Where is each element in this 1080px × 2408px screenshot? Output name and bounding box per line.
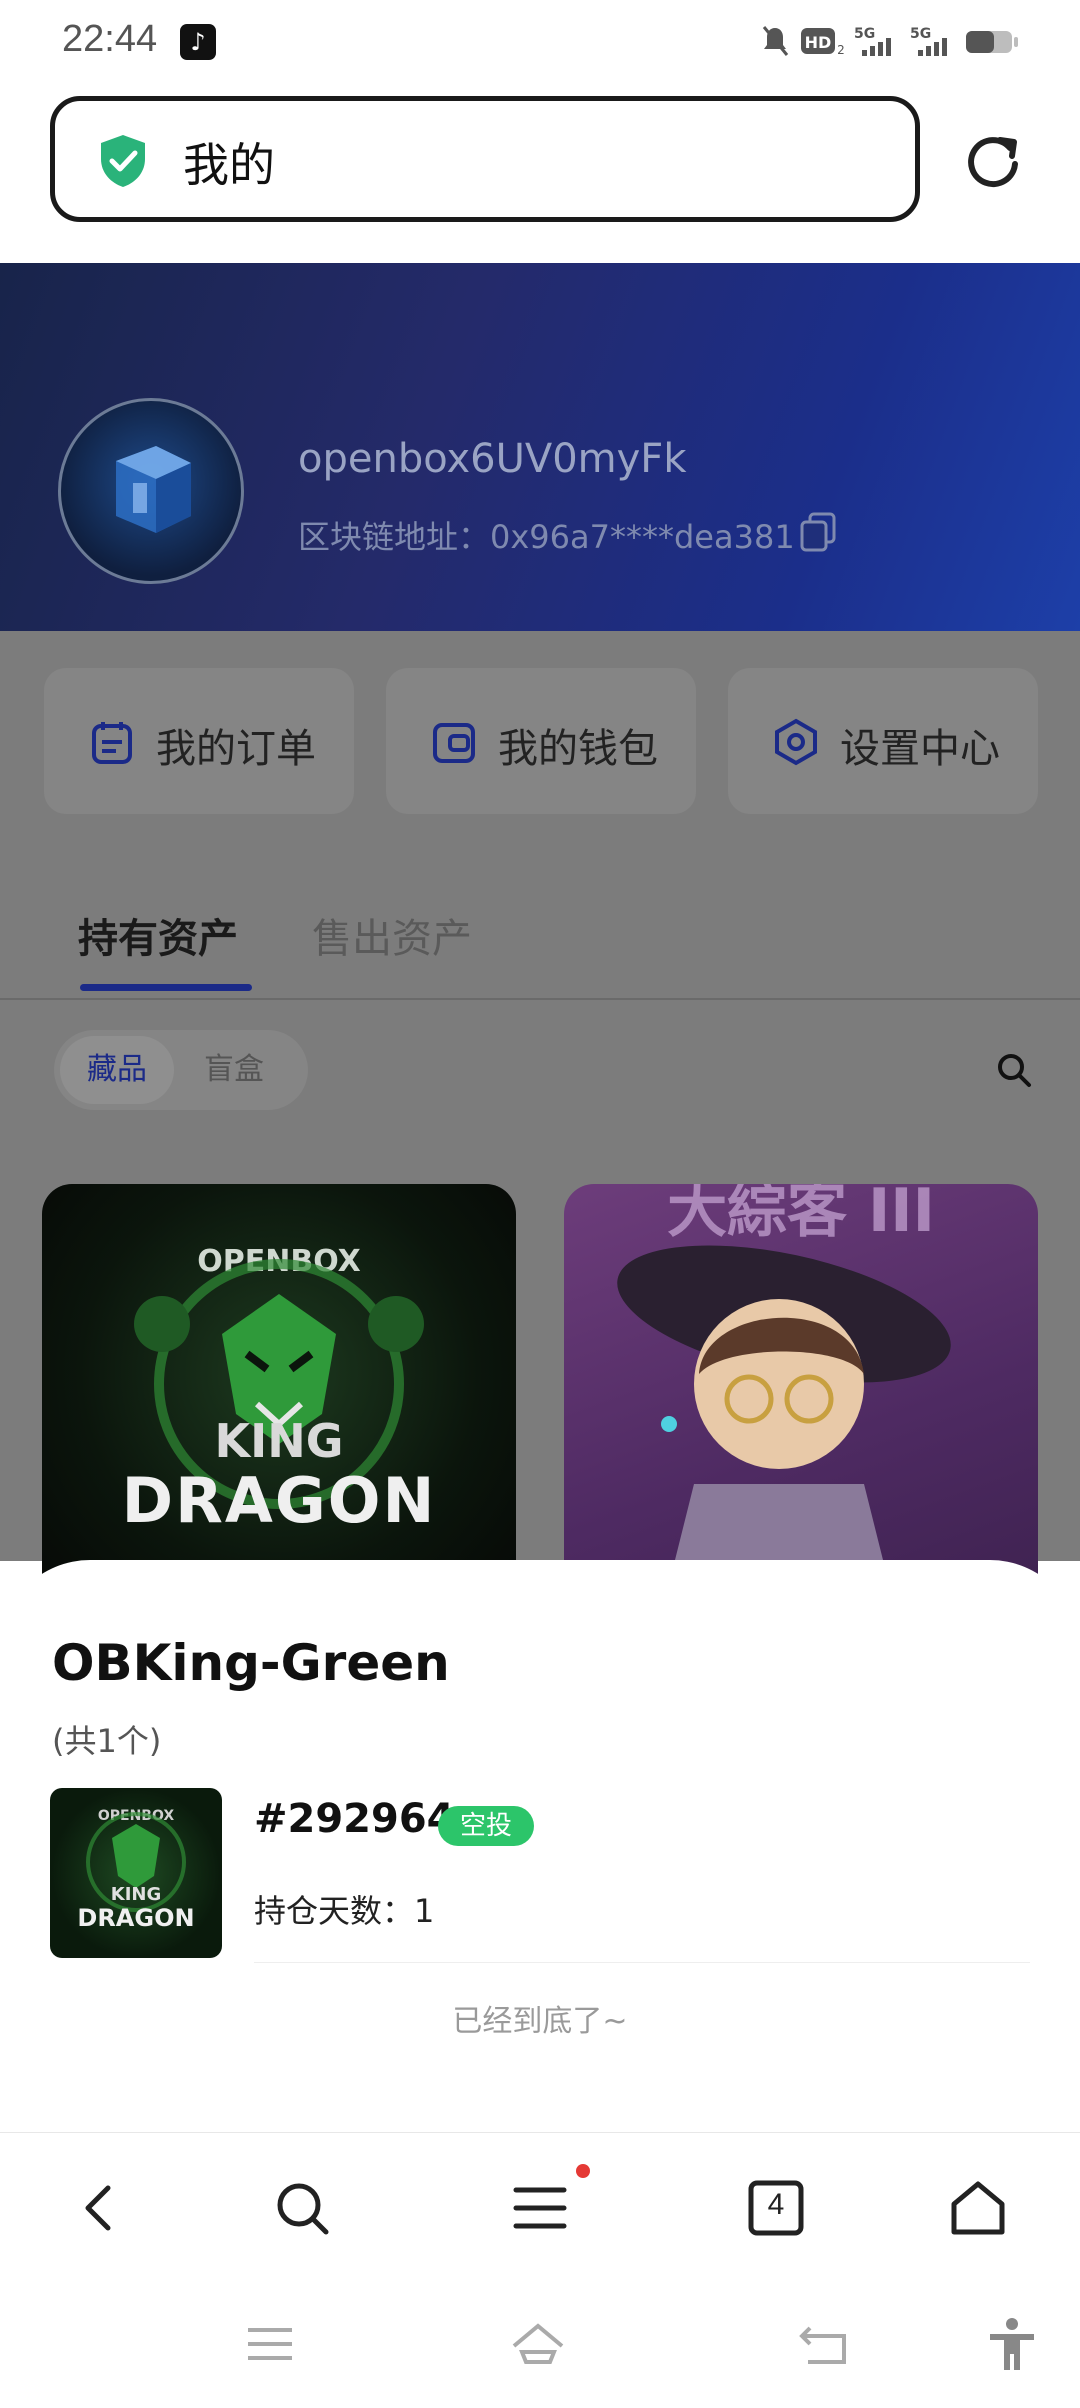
- wallet-icon: [433, 723, 475, 763]
- back-icon[interactable]: [68, 2176, 132, 2240]
- signal-5g-icon: 5G: [854, 26, 891, 56]
- sheet-title: OBKing-Green: [52, 1634, 450, 1692]
- signal-5g-icon: 5G: [910, 26, 947, 56]
- tabs-divider: [0, 998, 1080, 1000]
- svg-text:5G: 5G: [910, 26, 931, 42]
- system-home-icon[interactable]: [510, 2316, 566, 2372]
- character-artwork: [617, 1245, 951, 1604]
- address-bar-text: 我的: [183, 138, 275, 192]
- sheet-item-count: (共1个): [52, 1722, 162, 1760]
- recents-icon[interactable]: [242, 2316, 298, 2372]
- my-orders-label: 我的订单: [156, 726, 316, 772]
- collectible-card-character[interactable]: 大綜客 III: [564, 1184, 1038, 1604]
- blockchain-address: 区块链地址：0x96a7****dea381: [298, 518, 795, 556]
- holding-days: 持仓天数：1: [254, 1892, 435, 1930]
- settings-center-button[interactable]: 设置中心: [728, 668, 1038, 814]
- my-orders-button[interactable]: 我的订单: [44, 668, 354, 814]
- menu-icon[interactable]: [508, 2176, 572, 2240]
- tab-sold-assets[interactable]: 售出资产: [312, 906, 472, 964]
- username: openbox6UV0myFk: [298, 436, 687, 482]
- battery-icon: [966, 31, 1018, 53]
- shield-check-icon: [101, 135, 145, 187]
- status-time: 22:44: [62, 18, 158, 60]
- tabs-button[interactable]: 4: [744, 2176, 808, 2240]
- orders-icon: [92, 722, 132, 764]
- tab-held-assets[interactable]: 持有资产: [78, 906, 238, 964]
- notification-dot: [576, 2164, 590, 2178]
- active-tab-indicator: [80, 984, 252, 991]
- settings-hexagon-icon: [775, 718, 817, 766]
- chip-collectibles[interactable]: 藏品: [60, 1036, 174, 1104]
- status-bar: 22:44 ♪ HD 2 5G 5G: [0, 0, 1080, 84]
- card-art-text: KING: [214, 1414, 344, 1468]
- chip-blind-box[interactable]: 盲盒: [204, 1036, 264, 1104]
- settings-center-label: 设置中心: [840, 726, 1000, 772]
- tabs-count: 4: [767, 2188, 785, 2221]
- item-token-id: #292964: [254, 1796, 455, 1842]
- search-icon[interactable]: [996, 1052, 1032, 1088]
- thumb-art-text: KING: [110, 1884, 162, 1905]
- my-wallet-button[interactable]: 我的钱包: [386, 668, 696, 814]
- airdrop-badge: 空投: [438, 1806, 534, 1846]
- avatar[interactable]: [58, 398, 244, 584]
- hd-icon: HD 2: [801, 28, 845, 57]
- collectible-card-king-dragon[interactable]: OPENBOX KING DRAGON: [42, 1184, 516, 1604]
- accessibility-icon[interactable]: [984, 2316, 1040, 2372]
- svg-text:HD: HD: [805, 33, 832, 52]
- card-art-text: DRAGON: [121, 1464, 437, 1537]
- system-back-icon[interactable]: [796, 2316, 852, 2372]
- tiktok-icon: ♪: [180, 24, 216, 60]
- svg-text:2: 2: [837, 43, 845, 57]
- refresh-icon[interactable]: [962, 130, 1024, 192]
- copy-icon[interactable]: [800, 512, 836, 552]
- my-wallet-label: 我的钱包: [498, 726, 658, 772]
- list-divider: [254, 1962, 1030, 1963]
- end-of-list-text: 已经到底了~: [452, 2004, 628, 2039]
- dragon-thumbnail-artwork: [86, 1812, 186, 1912]
- mute-bell-icon: [762, 26, 789, 56]
- home-icon[interactable]: [946, 2176, 1010, 2240]
- item-thumbnail[interactable]: OPENBOX KING DRAGON: [50, 1788, 222, 1958]
- thumb-art-text: DRAGON: [77, 1904, 195, 1932]
- search-icon[interactable]: [270, 2176, 334, 2240]
- filter-chips: 藏品 盲盒: [54, 1030, 308, 1110]
- dragon-artwork: [134, 1259, 424, 1509]
- address-bar[interactable]: 我的: [50, 96, 920, 222]
- svg-text:5G: 5G: [854, 26, 875, 42]
